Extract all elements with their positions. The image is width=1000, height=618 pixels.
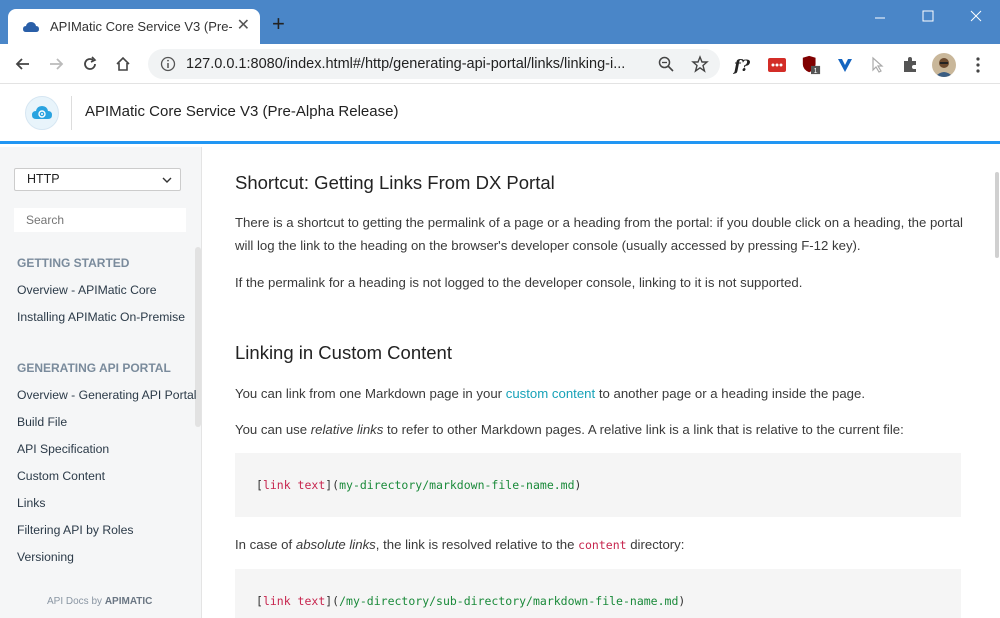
custom-p1-after: to another page or a heading inside the … bbox=[595, 386, 866, 401]
extension-f-button[interactable]: f? bbox=[732, 55, 752, 75]
language-select[interactable]: HTTP bbox=[14, 168, 181, 191]
custom-p1-before: You can link from one Markdown page in y… bbox=[235, 386, 506, 401]
extension-ublock-button[interactable]: 1 bbox=[801, 55, 821, 75]
code1-url: my-directory/markdown-file-name.md bbox=[339, 478, 575, 492]
back-button[interactable] bbox=[13, 54, 33, 74]
heading-linking-custom-content[interactable]: Linking in Custom Content bbox=[235, 342, 452, 364]
v-logo-icon bbox=[838, 59, 852, 72]
code-block-relative[interactable]: [link text](my-directory/markdown-file-n… bbox=[235, 453, 961, 517]
address-bar[interactable]: 127.0.0.1:8080/index.html#/http/generati… bbox=[148, 49, 720, 79]
code2-mid: ]( bbox=[325, 594, 340, 608]
paragraph-shortcut-1: There is a shortcut to getting the perma… bbox=[235, 215, 963, 253]
home-icon bbox=[116, 56, 130, 71]
app-header: APIMatic Core Service V3 (Pre-Alpha Rele… bbox=[0, 84, 1000, 144]
footer-prefix: API Docs by bbox=[47, 596, 103, 607]
arrow-right-icon bbox=[50, 58, 64, 70]
custom-p2-after: to refer to other Markdown pages. A rela… bbox=[383, 422, 904, 437]
reload-icon bbox=[84, 56, 97, 70]
sidebar-item-custom-content[interactable]: Custom Content bbox=[17, 469, 105, 483]
browser-tab[interactable]: APIMatic Core Service V3 (Pre-Alpha Rele… bbox=[8, 9, 260, 44]
language-select-value: HTTP bbox=[27, 172, 60, 186]
avatar-icon bbox=[935, 58, 953, 77]
absolute-p-mid: , the link is resolved relative to the bbox=[375, 537, 579, 552]
url-text: 127.0.0.1:8080/index.html#/http/generati… bbox=[186, 56, 626, 72]
reload-button[interactable] bbox=[80, 54, 100, 74]
kebab-menu-icon bbox=[976, 57, 980, 73]
maximize-icon[interactable] bbox=[922, 10, 934, 22]
function-icon: f? bbox=[733, 55, 751, 75]
minimize-icon[interactable] bbox=[874, 12, 886, 24]
sidebar-item-api-specification[interactable]: API Specification bbox=[17, 442, 109, 456]
close-tab-icon[interactable]: ✕ bbox=[237, 18, 250, 34]
content-scrollbar[interactable] bbox=[995, 172, 999, 258]
sidebar: HTTP GETTING STARTED Overview - APIMatic… bbox=[0, 147, 202, 618]
home-button[interactable] bbox=[113, 54, 133, 74]
forward-button[interactable] bbox=[46, 54, 66, 74]
app-title: APIMatic Core Service V3 (Pre-Alpha Rele… bbox=[85, 103, 399, 120]
extensions-button[interactable] bbox=[900, 55, 920, 75]
puzzle-icon bbox=[904, 57, 916, 72]
code1-open: [ bbox=[256, 478, 263, 492]
footer-brand-name: APIMATIC bbox=[104, 596, 153, 607]
cloud-gear-icon bbox=[32, 106, 52, 119]
absolute-p-em: absolute links bbox=[295, 537, 376, 552]
cloud-gear-icon bbox=[23, 21, 39, 32]
ublock-icon: 1 bbox=[802, 55, 821, 75]
tab-title: APIMatic Core Service V3 (Pre-Alpha Rele… bbox=[50, 19, 232, 34]
paragraph-absolute: In case of absolute links, the link is r… bbox=[235, 533, 965, 557]
custom-content-link[interactable]: custom content bbox=[506, 386, 595, 401]
arrow-left-icon bbox=[15, 58, 29, 70]
nav-heading-generating-api-portal: GENERATING API PORTAL bbox=[17, 361, 171, 375]
sidebar-item-filtering-api-by-roles[interactable]: Filtering API by Roles bbox=[17, 523, 134, 537]
code1-mid: ]( bbox=[325, 478, 340, 492]
svg-text:1: 1 bbox=[814, 66, 818, 75]
heading-shortcut[interactable]: Shortcut: Getting Links From DX Portal bbox=[235, 172, 555, 194]
code2-url: /my-directory/sub-directory/markdown-fil… bbox=[339, 594, 679, 608]
code1-close: ) bbox=[574, 478, 582, 492]
browser-titlebar: APIMatic Core Service V3 (Pre-Alpha Rele… bbox=[0, 0, 1000, 44]
footer-brand[interactable]: API Docs by APIMATIC bbox=[47, 596, 152, 607]
sidebar-item-installing-on-premise[interactable]: Installing APIMatic On-Premise bbox=[17, 310, 185, 324]
absolute-p-before: In case of bbox=[235, 537, 296, 552]
custom-p2-before: You can use bbox=[235, 422, 311, 437]
lastpass-icon bbox=[768, 58, 786, 72]
header-divider bbox=[71, 96, 72, 130]
browser-toolbar: 127.0.0.1:8080/index.html#/http/generati… bbox=[0, 44, 1000, 84]
sidebar-item-versioning[interactable]: Versioning bbox=[17, 550, 74, 564]
profile-avatar[interactable] bbox=[932, 53, 956, 77]
absolute-p-code: content bbox=[578, 538, 627, 552]
sidebar-item-overview-generating-api-portal[interactable]: Overview - Generating API Portal bbox=[17, 388, 197, 402]
extension-v-button[interactable] bbox=[835, 55, 855, 75]
sidebar-item-overview-apimatic-core[interactable]: Overview - APIMatic Core bbox=[17, 283, 157, 297]
code1-text: link text bbox=[262, 478, 326, 492]
app-logo[interactable] bbox=[25, 96, 59, 130]
code2-close: ) bbox=[678, 594, 686, 608]
custom-p2-em: relative links bbox=[310, 422, 384, 437]
star-icon[interactable] bbox=[691, 55, 709, 73]
extension-cursor-button[interactable] bbox=[868, 55, 888, 75]
paragraph-shortcut-2: If the permalink for a heading is not lo… bbox=[235, 275, 803, 290]
paragraph-custom-2: You can use relative links to refer to o… bbox=[235, 418, 965, 441]
search-input[interactable] bbox=[14, 208, 186, 232]
paragraph-custom-1: You can link from one Markdown page in y… bbox=[235, 382, 965, 405]
sidebar-item-build-file[interactable]: Build File bbox=[17, 415, 67, 429]
close-window-icon[interactable] bbox=[970, 10, 982, 22]
code-block-absolute[interactable]: [link text](/my-directory/sub-directory/… bbox=[235, 569, 961, 618]
info-icon[interactable] bbox=[160, 56, 176, 72]
zoom-icon[interactable] bbox=[657, 55, 675, 73]
sidebar-item-links[interactable]: Links bbox=[17, 496, 45, 510]
cursor-icon bbox=[872, 56, 884, 73]
code2-open: [ bbox=[256, 594, 263, 608]
extension-lastpass-button[interactable] bbox=[767, 55, 787, 75]
nav-heading-getting-started: GETTING STARTED bbox=[17, 256, 130, 270]
new-tab-button[interactable]: + bbox=[272, 13, 285, 35]
main-content: Shortcut: Getting Links From DX Portal T… bbox=[203, 147, 1000, 618]
chevron-down-icon bbox=[162, 177, 172, 183]
absolute-p-after: directory: bbox=[626, 537, 685, 552]
code2-text: link text bbox=[262, 594, 326, 608]
browser-menu-button[interactable] bbox=[968, 55, 988, 75]
